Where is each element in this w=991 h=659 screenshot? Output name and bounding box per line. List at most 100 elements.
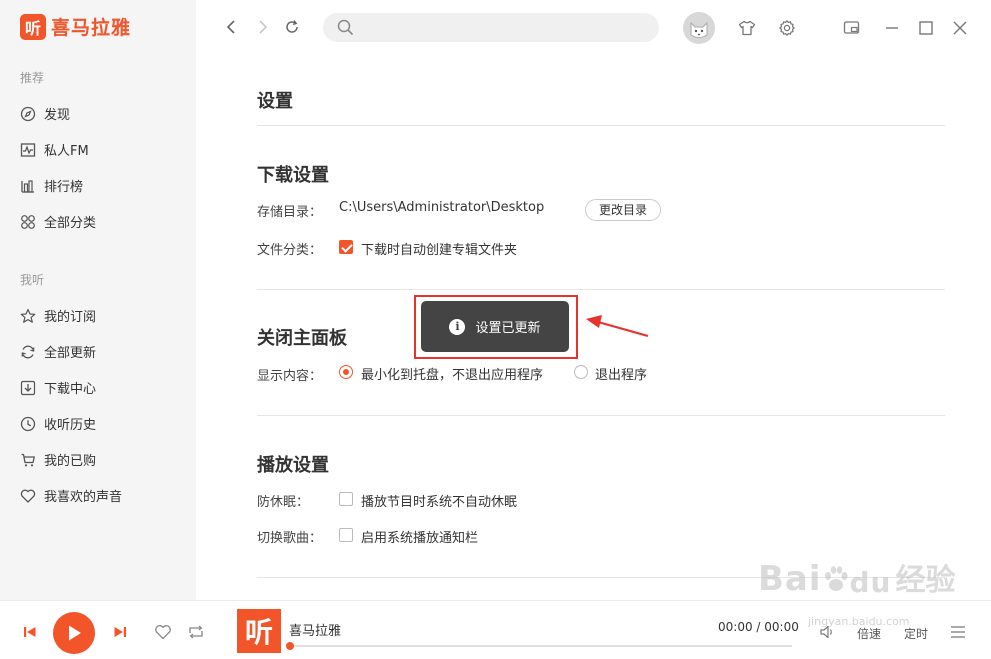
previous-button[interactable]: [22, 625, 38, 639]
maximize-button[interactable]: [915, 17, 937, 39]
refresh-icon: [21, 345, 35, 358]
heart-icon: [20, 489, 36, 503]
next-icon: [114, 627, 126, 637]
track-cover[interactable]: 听: [237, 609, 281, 653]
anti-sleep-option-label: 播放节目时系统不自动休眠: [361, 495, 518, 510]
display-content-label: 显示内容：: [257, 369, 323, 384]
track-title: 喜马拉雅: [289, 624, 342, 639]
toast-notification: i 设置已更新: [421, 301, 569, 352]
sidebar-item-label: 下载中心: [44, 382, 97, 397]
cart-icon: [21, 453, 35, 466]
gear-icon: [779, 20, 795, 36]
sidebar-item-label: 私人FM: [44, 144, 89, 159]
next-button[interactable]: [112, 625, 128, 639]
previous-icon: [24, 627, 36, 637]
watermark-main: Bai: [758, 559, 822, 599]
radio-wave-icon: [20, 142, 36, 157]
sidebar: 听 喜马拉雅 推荐 发现 私人FM 排行榜 全部分类 我听 我的订阅 全部更新 …: [0, 0, 196, 600]
sidebar-item-discover[interactable]: 发现: [20, 104, 70, 123]
search-icon: [337, 19, 354, 36]
sidebar-item-private-fm[interactable]: 私人FM: [20, 140, 89, 159]
scrollbar[interactable]: [978, 56, 984, 596]
avatar[interactable]: [683, 12, 715, 44]
divider: [257, 415, 945, 416]
app-logo[interactable]: 听 喜马拉雅: [20, 13, 131, 40]
minimize-to-tray-radio[interactable]: [339, 365, 353, 379]
loop-button[interactable]: [186, 623, 206, 641]
settings-button[interactable]: [776, 17, 798, 39]
anti-sleep-label: 防休眠：: [257, 495, 310, 510]
chevron-right-icon: [259, 20, 268, 34]
minimize-button[interactable]: [881, 17, 903, 39]
sidebar-section-recommend: 推荐: [20, 71, 45, 85]
sidebar-item-download-center[interactable]: 下载中心: [20, 378, 96, 397]
page-title: 设置: [257, 91, 293, 112]
sidebar-item-liked-sounds[interactable]: 我喜欢的声音: [20, 486, 122, 505]
compass-icon: [20, 106, 36, 121]
close-icon: [953, 21, 967, 35]
auto-folder-checkbox[interactable]: [339, 240, 353, 254]
like-button[interactable]: [153, 623, 173, 641]
sidebar-item-subscriptions[interactable]: 我的订阅: [20, 306, 96, 325]
minimize-to-tray-label: 最小化到托盘，不退出应用程序: [361, 368, 544, 383]
refresh-icon: [286, 20, 298, 33]
sidebar-item-label: 发现: [44, 108, 71, 123]
grid-icon: [21, 214, 35, 229]
refresh-button[interactable]: [281, 16, 303, 38]
divider: [257, 289, 945, 290]
paw-icon: [824, 566, 848, 591]
sidebar-item-label: 收听历史: [44, 418, 97, 433]
watermark-cn: 经验: [895, 563, 956, 598]
sidebar-item-label: 全部分类: [44, 216, 97, 231]
play-button[interactable]: [53, 612, 95, 654]
sidebar-item-label: 全部更新: [44, 346, 97, 361]
logo-badge: 听: [20, 13, 46, 40]
playlist-button[interactable]: [949, 623, 967, 641]
cat-avatar-icon: [690, 21, 708, 38]
section-title-close-panel: 关闭主面板: [257, 328, 347, 349]
sidebar-item-all-categories[interactable]: 全部分类: [20, 212, 96, 231]
exit-program-radio[interactable]: [574, 365, 588, 379]
loop-icon: [189, 625, 203, 639]
heart-icon: [155, 625, 171, 640]
exit-program-label: 退出程序: [595, 368, 648, 383]
close-button[interactable]: [949, 17, 971, 39]
minimize-icon: [886, 27, 898, 29]
sidebar-item-history[interactable]: 收听历史: [20, 414, 96, 433]
storage-dir-label: 存储目录：: [257, 205, 323, 220]
sidebar-item-purchased[interactable]: 我的已购: [20, 450, 96, 469]
back-button[interactable]: [220, 16, 242, 38]
tshirt-icon: [738, 20, 756, 36]
storage-dir-path: C:\Users\Administrator\Desktop: [339, 200, 545, 215]
sidebar-item-label: 我喜欢的声音: [44, 490, 123, 505]
sidebar-item-all-updates[interactable]: 全部更新: [20, 342, 96, 361]
baidu-watermark: Bai du 经验: [758, 555, 956, 599]
chevron-left-icon: [226, 20, 235, 34]
mini-player-icon: [843, 21, 860, 34]
skin-button[interactable]: [736, 17, 758, 39]
forward-button[interactable]: [252, 16, 274, 38]
switch-song-label: 切换歌曲：: [257, 531, 323, 546]
sidebar-section-mine: 我听: [20, 273, 45, 287]
maximize-icon: [919, 21, 933, 35]
file-classify-label: 文件分类：: [257, 243, 323, 258]
play-icon: [69, 625, 81, 641]
system-notify-checkbox[interactable]: [339, 528, 353, 542]
watermark-paw-text: du: [849, 566, 892, 599]
playlist-icon: [951, 626, 965, 638]
ranking-bars-icon: [21, 179, 34, 193]
progress-bar[interactable]: [286, 642, 792, 650]
sidebar-item-ranking[interactable]: 排行榜: [20, 176, 83, 195]
divider: [257, 125, 945, 126]
mini-mode-button[interactable]: [841, 17, 863, 39]
anti-sleep-checkbox[interactable]: [339, 492, 353, 506]
clock-icon: [20, 416, 36, 431]
progress-handle[interactable]: [286, 642, 294, 650]
logo-text: 喜马拉雅: [51, 17, 132, 39]
info-icon: i: [449, 318, 466, 335]
section-title-download: 下载设置: [257, 165, 329, 186]
change-dir-button[interactable]: 更改目录: [585, 199, 661, 221]
search-input[interactable]: [323, 13, 659, 42]
section-title-playback: 播放设置: [257, 455, 329, 476]
star-icon: [20, 308, 36, 323]
